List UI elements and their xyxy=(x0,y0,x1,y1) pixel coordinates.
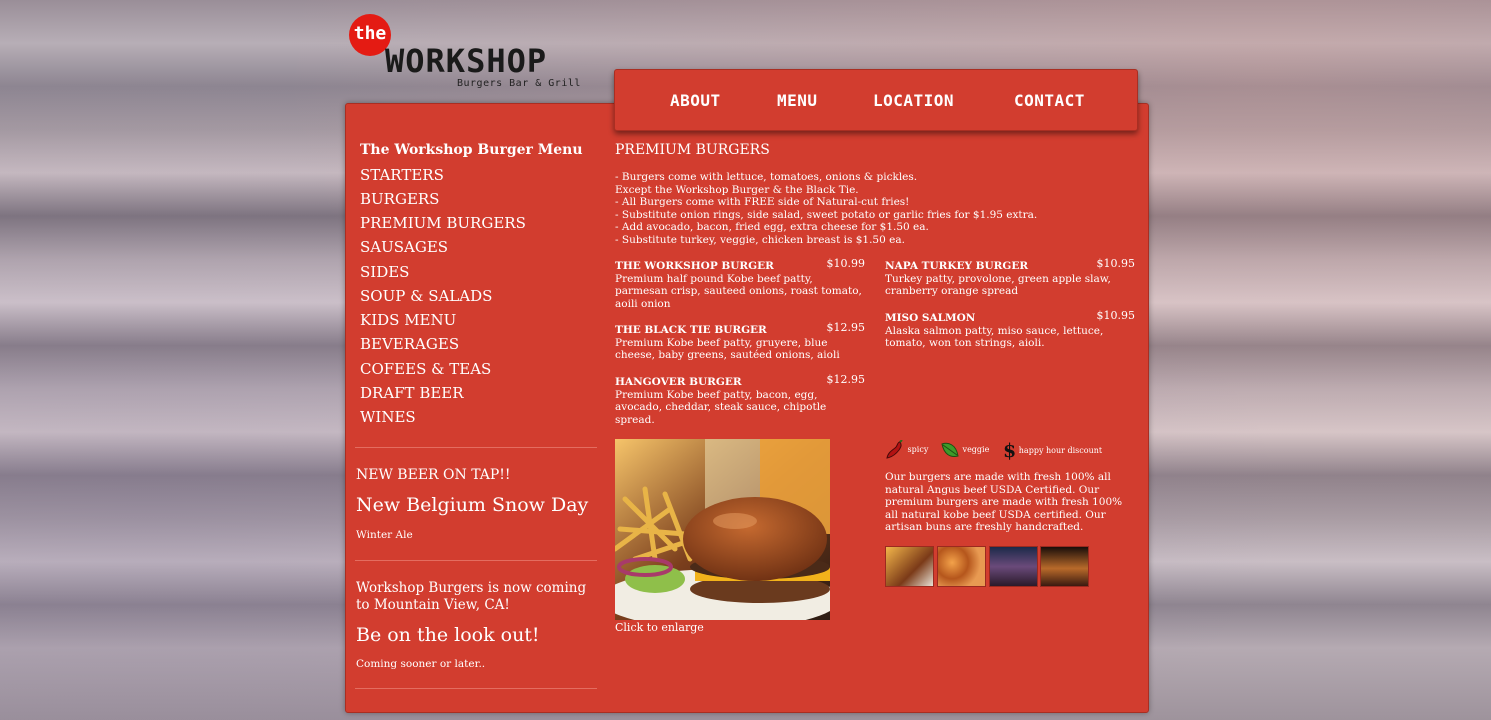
logo-tagline: Burgers Bar & Grill xyxy=(457,78,581,89)
site-logo[interactable]: the WORKSHOP Burgers Bar & Grill xyxy=(349,12,609,92)
legend-spicy-label: spicy xyxy=(907,445,929,454)
sidebar-link-soup-salads[interactable]: SOUP & SALADS xyxy=(360,287,492,305)
dollar-icon: $ xyxy=(1003,440,1017,462)
menu-item-price: $10.95 xyxy=(1096,257,1136,270)
news-headline: Workshop Burgers is now coming to Mounta… xyxy=(356,580,587,613)
thumbnail-2[interactable] xyxy=(937,546,986,587)
sidebar-divider xyxy=(355,688,597,689)
legend-happy-label: happy hour discount xyxy=(1018,446,1103,455)
top-nav: ABOUT MENU LOCATION CONTACT xyxy=(614,69,1138,131)
menu-item-desc: Turkey patty, provolone, green apple sla… xyxy=(885,272,1111,298)
thumbnail-4[interactable] xyxy=(1040,546,1089,587)
note-line: - Burgers come with lettuce, tomatoes, o… xyxy=(615,171,918,183)
sidebar-link-draft-beer[interactable]: DRAFT BEER xyxy=(360,384,464,402)
legend-happy-hour: $ happy hour discount xyxy=(1003,440,1102,462)
note-line: - All Burgers come with FREE side of Nat… xyxy=(615,196,910,209)
legend-veggie: veggie xyxy=(940,440,989,460)
note-line: - Add avocado, bacon, fried egg, extra c… xyxy=(615,221,929,234)
sidebar-link-burgers[interactable]: BURGERS xyxy=(360,190,439,208)
thumbnail-1[interactable] xyxy=(885,546,934,587)
sidebar-title: The Workshop Burger Menu xyxy=(360,142,583,158)
menu-item: NAPA TURKEY BURGER $10.95 Turkey patty, … xyxy=(885,257,1136,298)
menu-item: MISO SALMON $10.95 Alaska salmon patty, … xyxy=(885,309,1136,350)
menu-item-desc: Premium Kobe beef patty, bacon, egg, avo… xyxy=(615,388,827,426)
sidebar-link-starters[interactable]: STARTERS xyxy=(360,166,444,184)
photo-caption: Click to enlarge xyxy=(615,621,704,634)
logo-wordmark: WORKSHOP xyxy=(385,42,548,80)
menu-item-price: $10.95 xyxy=(1096,309,1136,322)
menu-item-price: $12.95 xyxy=(826,373,866,386)
new-beer-style: Winter Ale xyxy=(356,529,413,541)
thumbnail-3[interactable] xyxy=(989,546,1038,587)
sidebar-divider xyxy=(355,560,597,561)
about-text: Our burgers are made with fresh 100% all… xyxy=(885,471,1123,534)
sidebar-link-sides[interactable]: SIDES xyxy=(360,263,409,281)
nav-contact[interactable]: CONTACT xyxy=(1014,91,1085,110)
news-note: Coming sooner or later.. xyxy=(356,658,486,670)
menu-item: THE WORKSHOP BURGER $10.99 Premium half … xyxy=(615,257,866,310)
sidebar-link-sausages[interactable]: SAUSAGES xyxy=(360,238,448,256)
sidebar-divider xyxy=(355,447,597,448)
note-line: - Substitute onion rings, side salad, sw… xyxy=(615,208,1038,221)
new-beer-name: New Belgium Snow Day xyxy=(356,494,589,516)
burger-photo-image xyxy=(615,439,830,620)
sidebar-link-beverages[interactable]: BEVERAGES xyxy=(360,335,459,353)
nav-location[interactable]: LOCATION xyxy=(873,91,954,110)
menu-item-desc: Premium half pound Kobe beef patty, parm… xyxy=(615,272,862,310)
menu-item: HANGOVER BURGER $12.95 Premium Kobe beef… xyxy=(615,373,866,426)
legend-spicy: spicy xyxy=(885,439,929,460)
menu-item-desc: Premium Kobe beef patty, gruyere, blue c… xyxy=(615,336,840,362)
new-beer-label: NEW BEER ON TAP!! xyxy=(356,467,511,483)
news-call: Be on the look out! xyxy=(356,624,540,646)
nav-about[interactable]: ABOUT xyxy=(670,91,721,110)
section-title: PREMIUM BURGERS xyxy=(615,142,770,158)
leaf-icon xyxy=(941,442,959,457)
chili-pepper-icon xyxy=(886,439,903,459)
sidebar-link-premium-burgers[interactable]: PREMIUM BURGERS xyxy=(360,214,526,232)
menu-item: THE BLACK TIE BURGER $12.95 Premium Kobe… xyxy=(615,321,866,362)
menu-item-desc: Alaska salmon patty, miso sauce, lettuce… xyxy=(885,324,1104,350)
burger-photo[interactable] xyxy=(615,439,830,620)
note-line: - Substitute turkey, veggie, chicken bre… xyxy=(615,233,905,246)
sidebar-link-cofees-teas[interactable]: COFEES & TEAS xyxy=(360,360,491,378)
section-notes: - Burgers come with lettuce, tomatoes, o… xyxy=(615,171,1055,247)
menu-item-price: $12.95 xyxy=(826,321,866,334)
nav-menu[interactable]: MENU xyxy=(777,91,818,110)
legend-veggie-label: veggie xyxy=(962,445,990,454)
note-line: Except the Workshop Burger & the Black T… xyxy=(615,183,859,196)
menu-item-price: $10.99 xyxy=(826,257,866,270)
sidebar-link-wines[interactable]: WINES xyxy=(360,408,416,426)
sidebar-link-kids-menu[interactable]: KIDS MENU xyxy=(360,311,456,329)
